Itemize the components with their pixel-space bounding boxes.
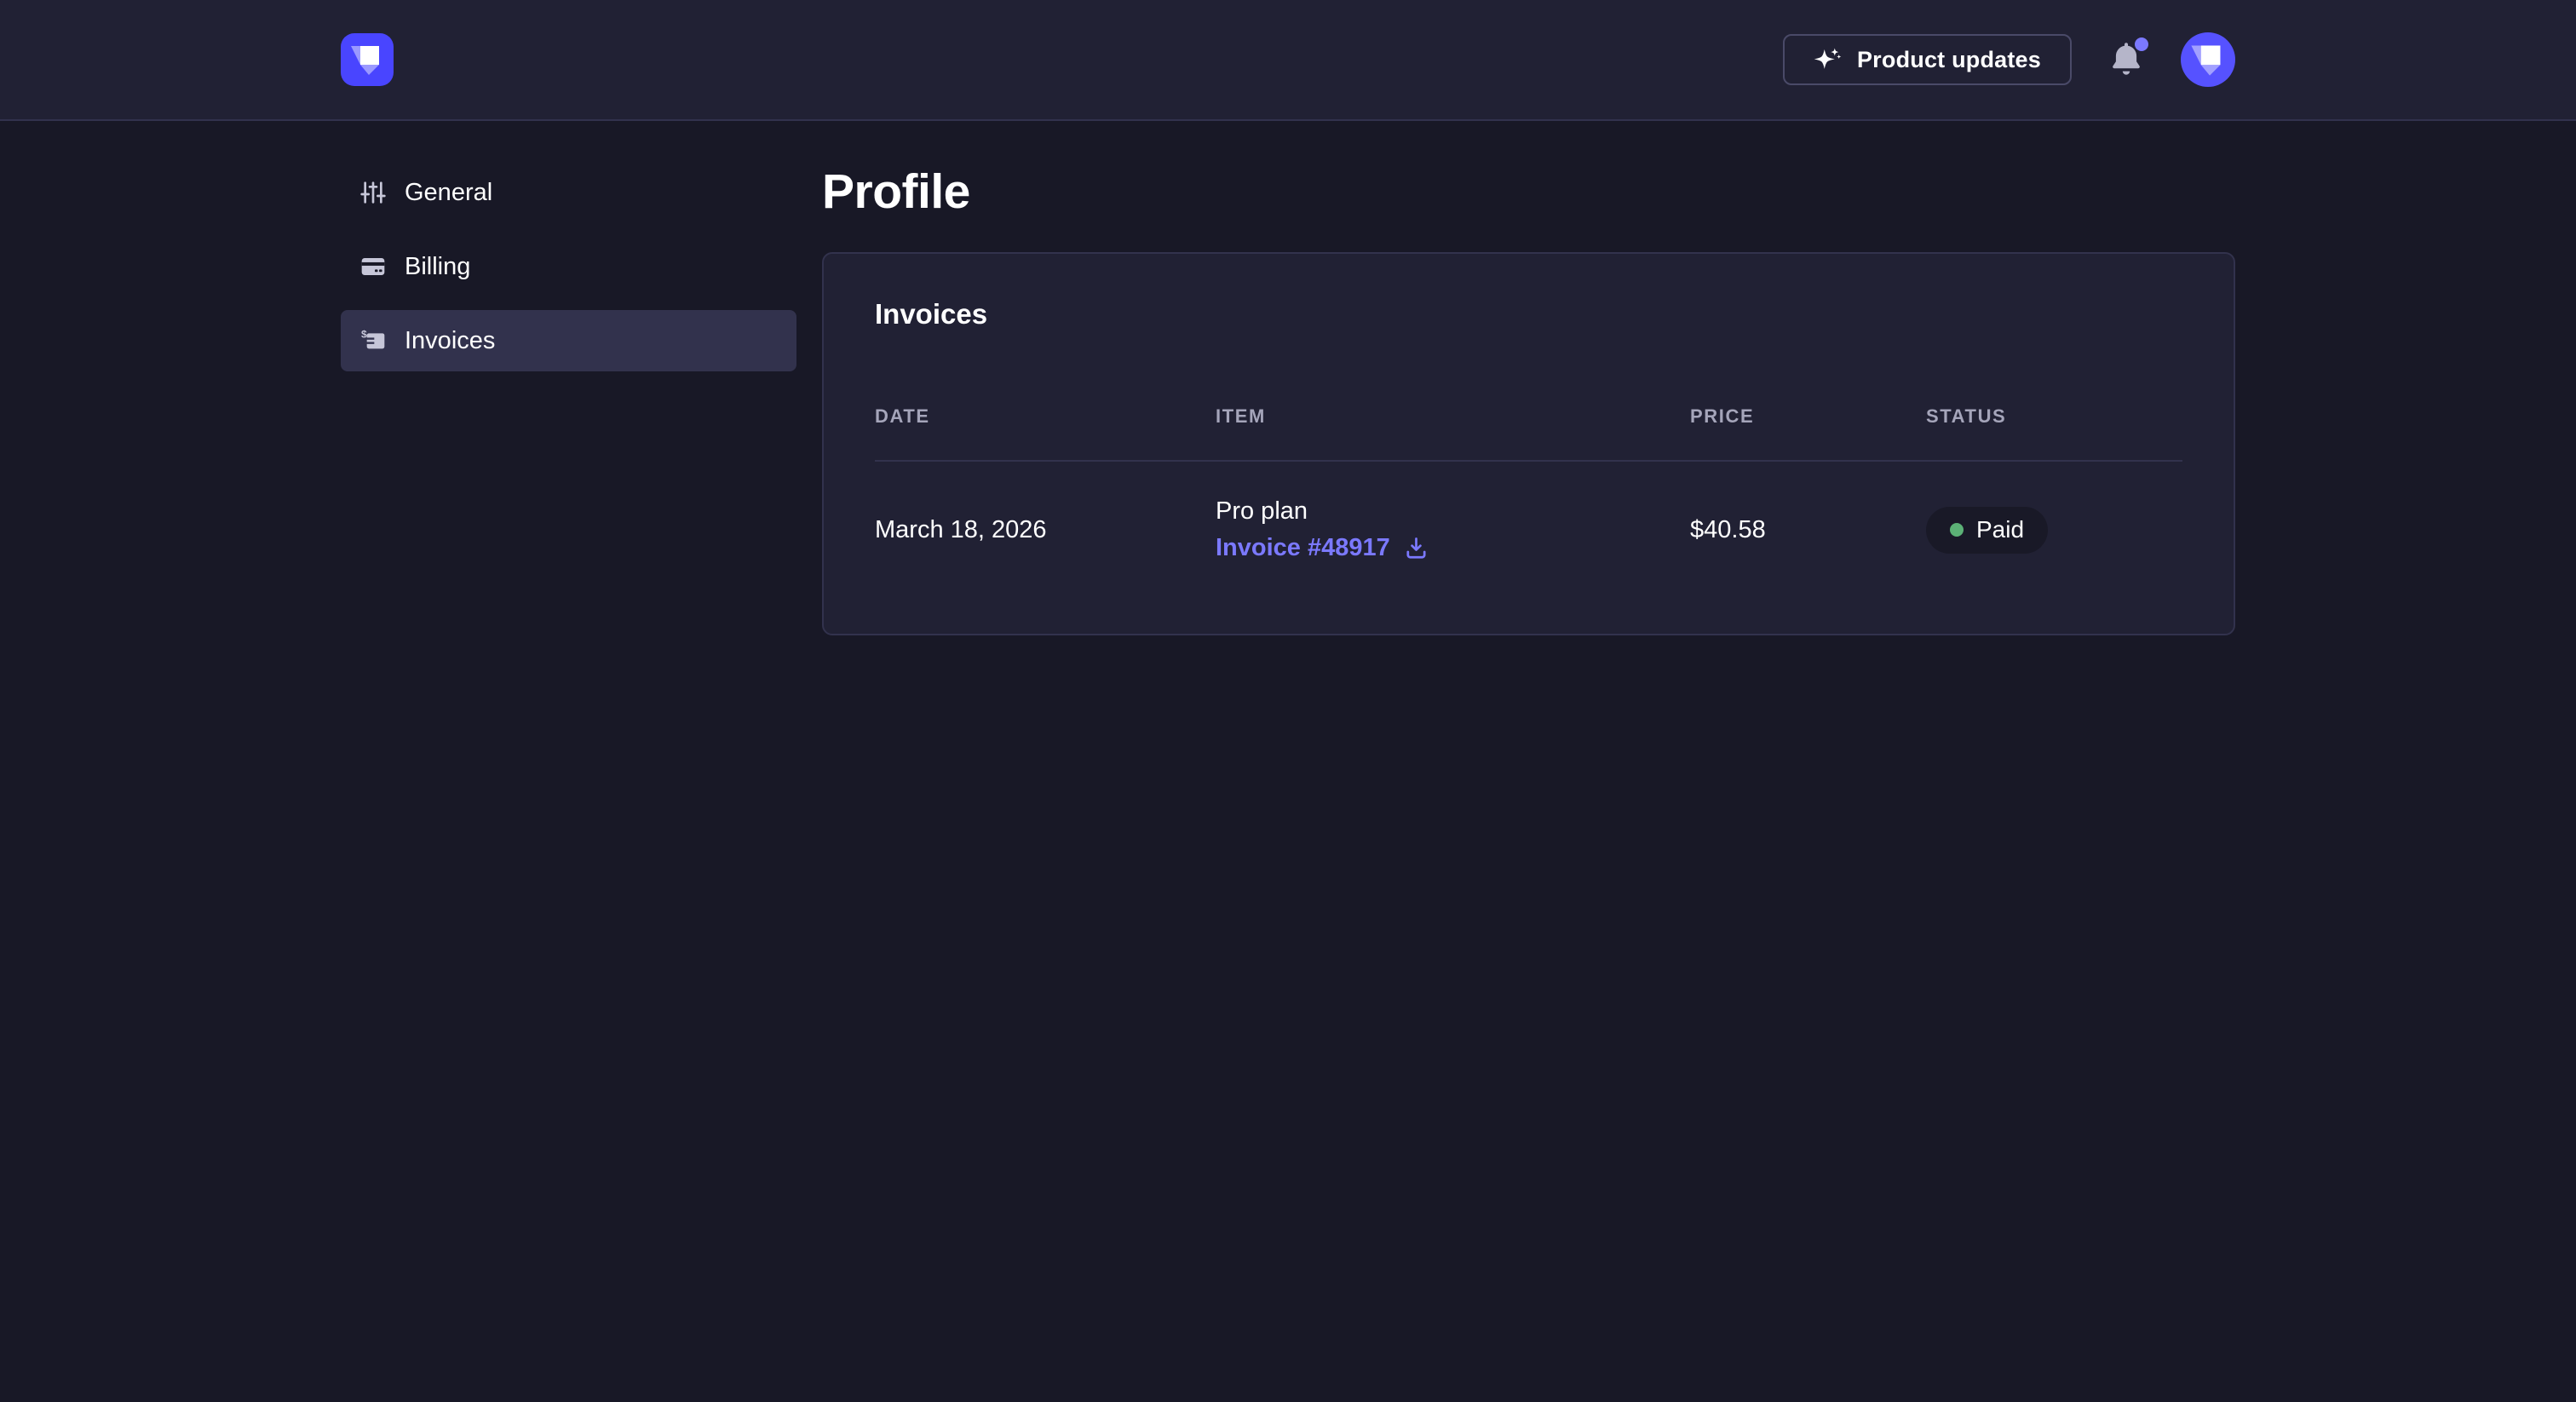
- settings-layout: General Billing $: [0, 121, 2576, 635]
- status-dot-icon: [1950, 523, 1964, 537]
- sidebar-item-general[interactable]: General: [341, 162, 796, 223]
- user-avatar[interactable]: [2181, 32, 2235, 87]
- invoice-price-cell: $40.58: [1690, 462, 1926, 562]
- invoices-card-title: Invoices: [875, 298, 2182, 330]
- invoice-status-cell: Paid: [1926, 462, 2182, 562]
- page-title: Profile: [822, 164, 2235, 220]
- invoice-date-cell: March 18, 2026: [875, 462, 1216, 562]
- strapi-logo-icon: [341, 33, 394, 86]
- product-updates-button[interactable]: Product updates: [1783, 34, 2072, 85]
- download-icon[interactable]: [1403, 535, 1429, 561]
- strapi-mark-icon: [2181, 32, 2235, 87]
- status-badge: Paid: [1926, 507, 2048, 554]
- invoice-download-link[interactable]: Invoice #48917: [1216, 534, 1690, 562]
- status-label: Paid: [1976, 516, 2024, 543]
- invoice-link-label: Invoice #48917: [1216, 534, 1390, 562]
- invoice-icon: $: [359, 327, 387, 354]
- top-navbar: Product updates: [0, 0, 2576, 121]
- column-header-item: ITEM: [1216, 405, 1690, 460]
- sparkles-icon: [1814, 45, 1843, 74]
- sliders-icon: [359, 179, 387, 206]
- sidebar-item-invoices[interactable]: $ Invoices: [341, 310, 796, 371]
- sidebar-item-label: General: [405, 179, 492, 207]
- column-header-price: PRICE: [1690, 405, 1926, 460]
- app-logo[interactable]: [341, 33, 394, 86]
- product-updates-label: Product updates: [1857, 47, 2041, 73]
- notifications-button[interactable]: [2107, 39, 2145, 80]
- column-header-date: DATE: [875, 405, 1216, 460]
- invoices-table: DATE ITEM PRICE STATUS March 18, 2026 Pr…: [875, 405, 2182, 562]
- sidebar-item-label: Invoices: [405, 327, 495, 355]
- column-header-status: STATUS: [1926, 405, 2182, 460]
- invoice-item-name: Pro plan: [1216, 497, 1690, 526]
- settings-sidebar: General Billing $: [341, 162, 796, 635]
- navbar-actions: Product updates: [1783, 32, 2235, 87]
- main-content: Profile Invoices DATE ITEM PRICE STATUS …: [822, 162, 2235, 635]
- notification-unread-dot: [2135, 37, 2148, 51]
- invoices-card: Invoices DATE ITEM PRICE STATUS March 18…: [822, 252, 2235, 635]
- sidebar-item-billing[interactable]: Billing: [341, 236, 796, 297]
- credit-card-icon: [359, 253, 387, 280]
- invoice-item-cell: Pro plan Invoice #48917: [1216, 462, 1690, 562]
- sidebar-item-label: Billing: [405, 253, 470, 281]
